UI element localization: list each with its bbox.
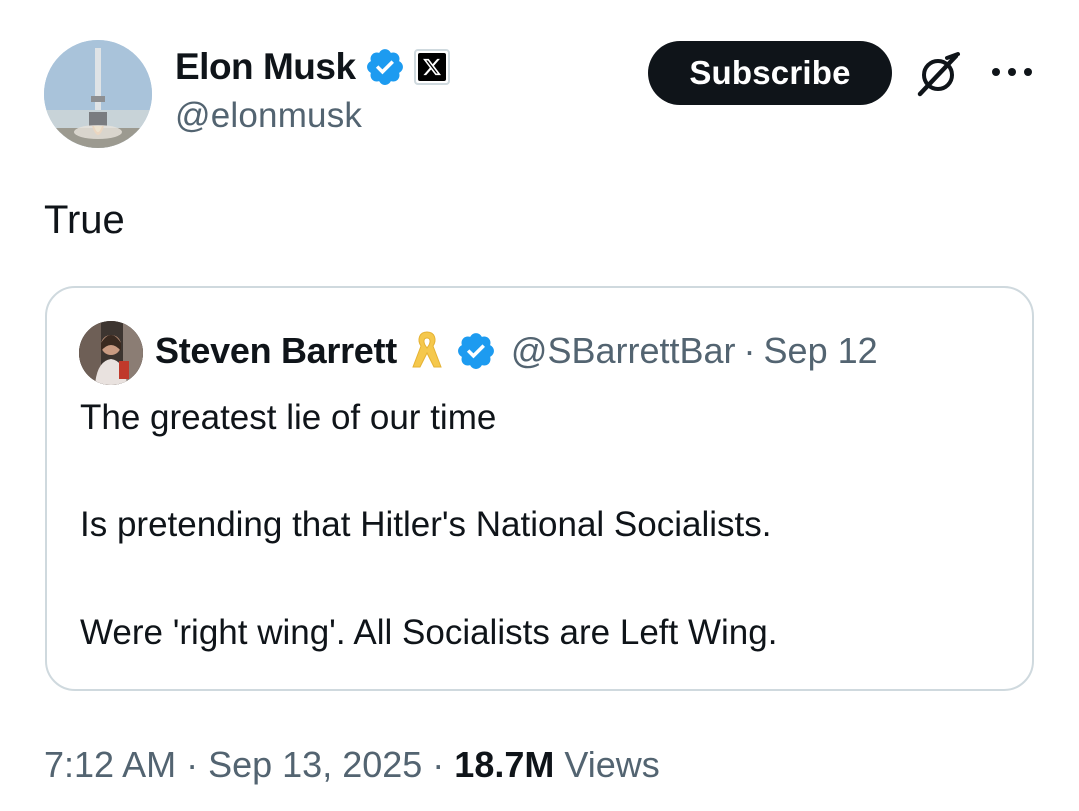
grok-icon[interactable] (912, 50, 962, 100)
author-handle[interactable]: @elonmusk (175, 96, 362, 136)
tweet-date[interactable]: Sep 13, 2025 (208, 744, 422, 786)
verified-badge-icon[interactable] (455, 330, 497, 372)
author-avatar[interactable] (44, 40, 152, 148)
rocket-launch-avatar-image (44, 40, 152, 148)
quote-text-line: Were 'right wing'. All Socialists are Le… (80, 613, 778, 652)
quote-text-line: Is pretending that Hitler's National Soc… (80, 505, 772, 544)
quote-header: Steven Barrett @SBarrettBar · Sep 12 (155, 328, 878, 374)
author-name-row: Elon Musk (175, 44, 450, 90)
affiliate-badge[interactable] (413, 49, 450, 85)
meta-separator: · (186, 744, 199, 785)
subscribe-button[interactable]: Subscribe (648, 41, 892, 105)
more-icon[interactable] (990, 62, 1034, 82)
tweet-meta: 7:12 AM · Sep 13, 2025 · 18.7M Views (44, 740, 660, 790)
person-avatar-image (79, 321, 143, 385)
quote-separator: · (743, 330, 756, 371)
quoted-tweet-card[interactable]: Steven Barrett @SBarrettBar · Sep 12 The… (45, 286, 1034, 691)
tweet-detail: Elon Musk @elonmusk Subscribe True Steve… (0, 0, 1079, 811)
verified-badge-icon[interactable] (364, 46, 406, 88)
author-name[interactable]: Elon Musk (175, 46, 356, 88)
quote-author-avatar[interactable] (79, 321, 143, 385)
yellow-ribbon-icon (412, 331, 442, 368)
quote-author-handle[interactable]: @SBarrettBar (511, 330, 736, 372)
x-logo-icon (417, 53, 446, 81)
quote-text-line: The greatest lie of our time (80, 398, 497, 437)
views-label: Views (564, 744, 660, 785)
tweet-time[interactable]: 7:12 AM (44, 744, 176, 786)
meta-separator: · (432, 744, 445, 785)
tweet-text: True (44, 198, 125, 242)
quote-author-name[interactable]: Steven Barrett (155, 330, 397, 372)
view-count[interactable]: 18.7M (454, 744, 554, 786)
quote-date[interactable]: Sep 12 (764, 330, 878, 372)
